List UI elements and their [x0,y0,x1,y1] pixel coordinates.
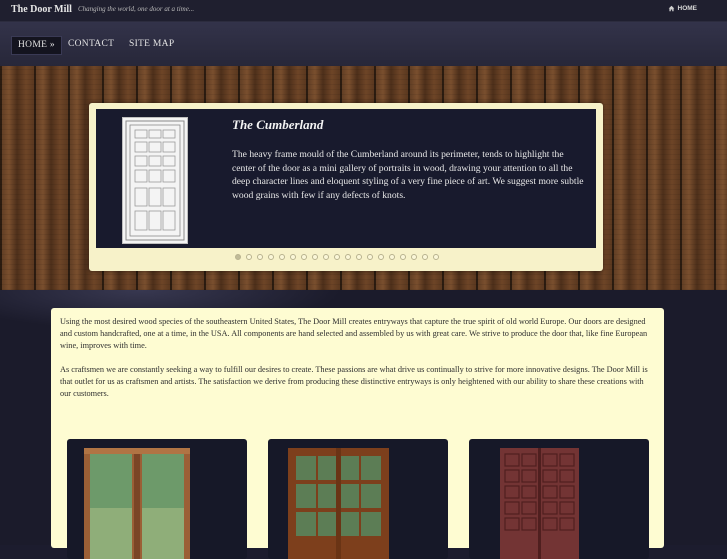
slider-dot[interactable] [400,254,406,260]
door-card-1[interactable] [67,439,247,559]
slider-dot[interactable] [323,254,329,260]
slider-dot[interactable] [268,254,274,260]
site-tagline: Changing the world, one door at a time..… [78,5,195,13]
door-photo-3 [500,448,579,559]
slider-dot[interactable] [235,254,241,260]
site-title[interactable]: The Door Mill [11,4,72,15]
slider-dot[interactable] [246,254,252,260]
main-nav: HOME » CONTACT SITE MAP [0,22,727,66]
slider: The Cumberland The heavy frame mould of … [89,103,603,271]
door-photo-2 [288,448,389,559]
slider-dot[interactable] [378,254,384,260]
slider-dot[interactable] [279,254,285,260]
slide-title: The Cumberland [232,117,324,132]
home-icon [668,5,674,12]
nav-site-map[interactable]: SITE MAP [123,36,180,53]
content-panel: Using the most desired wood species of t… [51,308,664,559]
door-card-2[interactable] [268,439,448,559]
door-photo-1 [84,448,190,559]
slider-dot[interactable] [312,254,318,260]
slider-dot[interactable] [433,254,439,260]
slider-dot[interactable] [334,254,340,260]
slider-dot[interactable] [367,254,373,260]
nav-home[interactable]: HOME » [11,36,62,55]
slider-dot[interactable] [257,254,263,260]
top-home-label: HOME [677,5,698,12]
slider-dot[interactable] [345,254,351,260]
slider-pagination [235,254,439,260]
door-card-3[interactable] [469,439,649,559]
craftsmen-paragraph: As craftsmen we are constantly seeking a… [60,365,648,399]
top-bar: The Door Mill Changing the world, one do… [0,0,727,22]
intro-paragraph: Using the most desired wood species of t… [60,317,648,351]
slide-description: The heavy frame mould of the Cumberland … [232,149,584,201]
door-drawing-image [122,117,188,244]
nav-contact[interactable]: CONTACT [62,36,120,53]
slider-dot[interactable] [356,254,362,260]
slider-dot[interactable] [422,254,428,260]
slider-dot[interactable] [290,254,296,260]
top-home-link[interactable]: HOME [668,5,698,12]
slider-dot[interactable] [301,254,307,260]
slide: The Cumberland The heavy frame mould of … [96,109,596,248]
slider-dot[interactable] [389,254,395,260]
slider-dot[interactable] [411,254,417,260]
